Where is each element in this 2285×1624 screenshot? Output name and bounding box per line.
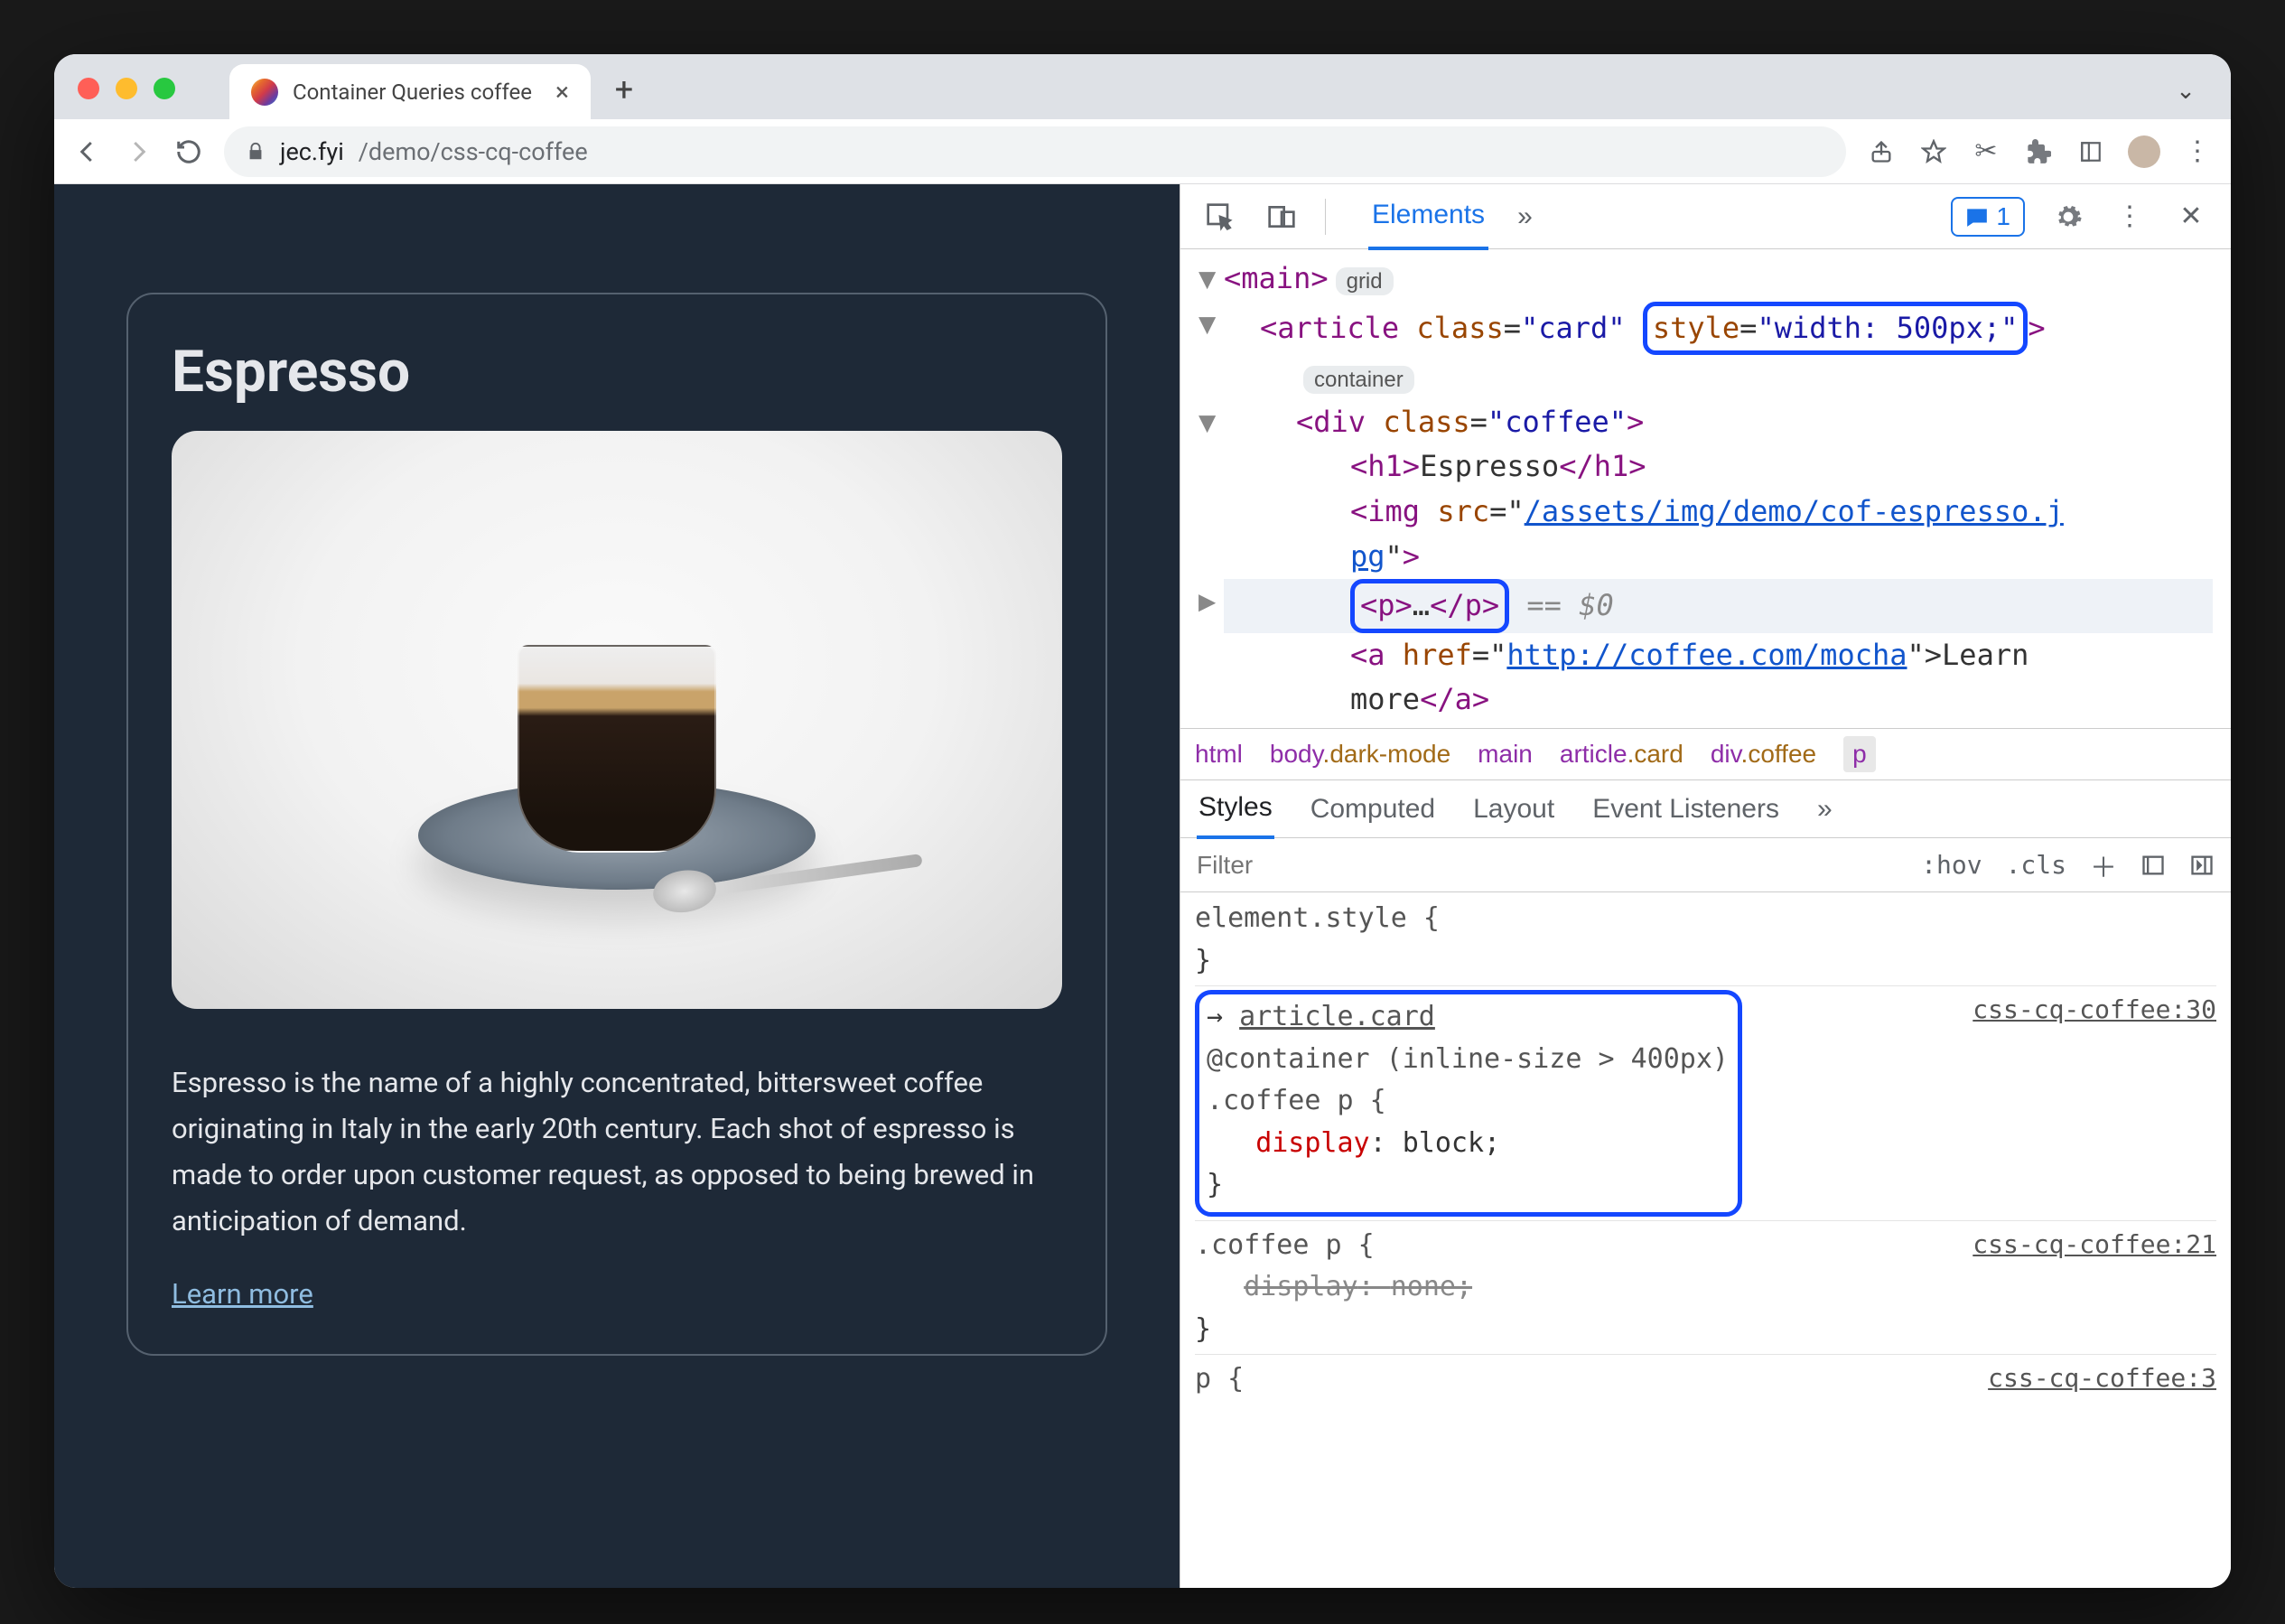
tab-title: Container Queries coffee xyxy=(293,79,532,105)
styles-filter-row: :hov .cls ＋ xyxy=(1180,838,2231,892)
twisty-icon[interactable]: ▶ xyxy=(1198,579,1216,624)
styles-filter-input[interactable] xyxy=(1197,851,1702,880)
scissors-icon[interactable]: ✂ xyxy=(1971,136,2001,167)
selected-dom-node[interactable]: •••▶<p>…</p> == $0 xyxy=(1224,579,2213,633)
devtools-menu-button[interactable]: ⋮ xyxy=(2112,199,2148,235)
reload-button[interactable] xyxy=(173,136,204,167)
profile-avatar[interactable] xyxy=(2128,135,2160,168)
share-button[interactable] xyxy=(1866,136,1897,167)
url-host: jec.fyi xyxy=(280,137,344,166)
tab-event-listeners[interactable]: Event Listeners xyxy=(1590,781,1781,837)
subtabs-overflow[interactable]: » xyxy=(1815,781,1834,837)
tabs-overflow-button[interactable]: ⌄ xyxy=(2159,78,2213,105)
devtools-panel: Elements » 1 ⋮ ✕ ▼<main>grid ▼<article c… xyxy=(1180,184,2231,1588)
lock-icon xyxy=(246,142,266,162)
browser-tab[interactable]: Container Queries coffee × xyxy=(229,64,591,119)
back-button[interactable] xyxy=(72,136,103,167)
overridden-rule[interactable]: css-cq-coffee:21 .coffee p { display: no… xyxy=(1195,1225,2216,1351)
crumb-html[interactable]: html xyxy=(1195,740,1243,769)
browser-menu-button[interactable]: ⋮ xyxy=(2182,136,2213,167)
tabs-overflow[interactable]: » xyxy=(1514,185,1536,248)
p-rule[interactable]: css-cq-coffee:3 p { xyxy=(1195,1358,2216,1401)
dom-tree[interactable]: ▼<main>grid ▼<article class="card" style… xyxy=(1180,249,2231,728)
highlight-p-node: <p>…</p> xyxy=(1350,579,1509,633)
grid-pill[interactable]: grid xyxy=(1336,267,1394,295)
page-viewport: Espresso Espresso is the name of a highl… xyxy=(54,184,1180,1588)
twisty-icon[interactable]: ▼ xyxy=(1198,400,1216,445)
tab-layout[interactable]: Layout xyxy=(1471,781,1556,837)
forward-button xyxy=(123,136,154,167)
browser-window: Container Queries coffee × + ⌄ jec.fyi/d… xyxy=(54,54,2231,1588)
sidebar-collapse-icon[interactable] xyxy=(2189,853,2215,878)
devtools-close-button[interactable]: ✕ xyxy=(2173,199,2209,235)
new-tab-button[interactable]: + xyxy=(602,67,647,112)
crumb-p[interactable]: p xyxy=(1843,736,1876,772)
devtools-toolbar: Elements » 1 ⋮ ✕ xyxy=(1180,184,2231,249)
breadcrumb[interactable]: html body.dark-mode main article.card di… xyxy=(1180,728,2231,780)
favicon-icon xyxy=(251,79,278,106)
url-path: /demo/css-cq-coffee xyxy=(359,137,588,166)
url-toolbar: jec.fyi/demo/css-cq-coffee ✂ ⋮ xyxy=(54,119,2231,184)
reading-list-icon[interactable] xyxy=(2075,136,2106,167)
coffee-card: Espresso Espresso is the name of a highl… xyxy=(126,293,1107,1356)
bookmark-button[interactable] xyxy=(1918,136,1949,167)
coffee-image xyxy=(172,431,1062,1009)
device-toolbar-button[interactable] xyxy=(1264,199,1300,235)
source-link[interactable]: css-cq-coffee:3 xyxy=(1988,1358,2216,1397)
issues-count: 1 xyxy=(1996,202,2010,231)
styles-subtabs: Styles Computed Layout Event Listeners » xyxy=(1180,780,2231,838)
crumb-article[interactable]: article.card xyxy=(1560,740,1683,769)
learn-more-link[interactable]: Learn more xyxy=(172,1277,313,1311)
computed-pane-icon[interactable] xyxy=(2140,853,2166,878)
card-title: Espresso xyxy=(172,338,1062,406)
extensions-button[interactable] xyxy=(2023,136,2054,167)
minimize-window-button[interactable] xyxy=(116,78,137,99)
crumb-div[interactable]: div.coffee xyxy=(1711,740,1816,769)
settings-button[interactable] xyxy=(2050,199,2086,235)
twisty-icon[interactable]: ▼ xyxy=(1198,257,1216,302)
source-link[interactable]: css-cq-coffee:21 xyxy=(1973,1225,2216,1264)
cls-toggle[interactable]: .cls xyxy=(2006,850,2066,880)
new-style-rule-button[interactable]: ＋ xyxy=(2090,845,2117,885)
crumb-body[interactable]: body.dark-mode xyxy=(1270,740,1450,769)
close-window-button[interactable] xyxy=(78,78,99,99)
highlight-container-rule: → article.card@container (inline-size > … xyxy=(1195,990,1742,1217)
tab-styles[interactable]: Styles xyxy=(1197,779,1274,839)
element-style-rule[interactable]: element.style { } xyxy=(1195,898,2216,982)
hov-toggle[interactable]: :hov xyxy=(1921,850,1982,880)
style-rules[interactable]: element.style { } css-cq-coffee:30 → art… xyxy=(1180,892,2231,1588)
inspect-element-button[interactable] xyxy=(1202,199,1238,235)
traffic-lights xyxy=(78,78,175,99)
fullscreen-window-button[interactable] xyxy=(154,78,175,99)
content-area: Espresso Espresso is the name of a highl… xyxy=(54,184,2231,1588)
source-link[interactable]: css-cq-coffee:30 xyxy=(1973,990,2216,1029)
issues-badge[interactable]: 1 xyxy=(1951,197,2025,237)
titlebar: Container Queries coffee × + ⌄ xyxy=(54,54,2231,119)
card-paragraph: Espresso is the name of a highly concent… xyxy=(172,1059,1062,1245)
highlight-style-attr: style="width: 500px;" xyxy=(1643,302,2029,356)
address-bar[interactable]: jec.fyi/demo/css-cq-coffee xyxy=(224,126,1846,177)
container-rule[interactable]: css-cq-coffee:30 → article.card@containe… xyxy=(1195,990,2216,1217)
crumb-main[interactable]: main xyxy=(1478,740,1533,769)
close-tab-button[interactable]: × xyxy=(555,77,569,107)
twisty-icon[interactable]: ▼ xyxy=(1198,302,1216,347)
tab-computed[interactable]: Computed xyxy=(1309,781,1437,837)
container-pill[interactable]: container xyxy=(1303,366,1414,394)
tab-elements[interactable]: Elements xyxy=(1368,184,1488,250)
